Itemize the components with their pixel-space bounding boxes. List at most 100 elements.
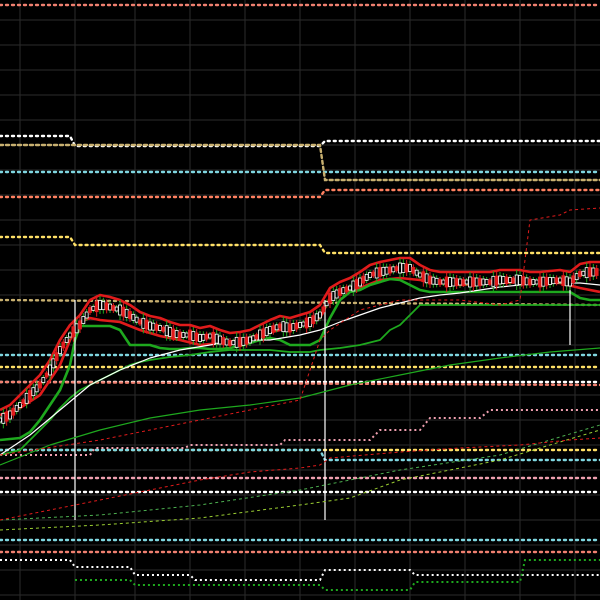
candle-body-105: [348, 285, 352, 291]
candle-body-26: [84, 311, 89, 319]
candle-body-147: [488, 279, 492, 285]
candle-body-123: [408, 264, 412, 272]
candle-body-8: [24, 392, 29, 404]
candle-body-0: [0, 417, 2, 423]
candle-body-149: [494, 275, 499, 286]
candle-body-41: [134, 316, 139, 323]
candle-body-115: [381, 266, 386, 276]
candle-body-54: [178, 331, 182, 339]
candle-body-156: [518, 275, 522, 285]
candle-body-46: [151, 322, 156, 331]
candle-body-126: [418, 272, 422, 278]
candle-body-148: [491, 275, 496, 287]
candle-body-154: [511, 277, 516, 283]
candle-body-74: [244, 336, 249, 345]
candle-body-143: [474, 277, 479, 287]
candle-body-89: [294, 322, 299, 330]
candle-body-166: [551, 277, 556, 285]
candle-body-57: [188, 329, 192, 341]
candle-body-6: [18, 402, 22, 408]
candle-body-9: [28, 390, 32, 400]
candle-body-141: [468, 276, 472, 288]
candle-body-75: [248, 336, 252, 344]
candle-body-129: [428, 275, 432, 285]
candle-body-94: [311, 315, 316, 325]
candle-body-127: [421, 271, 426, 283]
candle-body-134: [444, 276, 449, 288]
candle-body-157: [521, 276, 526, 286]
candle-body-14: [44, 372, 49, 378]
candle-body-108: [358, 277, 362, 287]
candle-body-47: [154, 323, 159, 331]
candle-body-80: [264, 327, 269, 337]
candle-body-35: [114, 306, 119, 312]
candle-body-144: [478, 278, 482, 286]
candle-body-131: [434, 277, 439, 285]
candle-body-95: [314, 313, 319, 322]
candle-body-146: [484, 279, 489, 285]
candle-body-63: [208, 333, 212, 339]
candle-body-93: [308, 317, 312, 327]
candle-body-70: [231, 340, 236, 346]
candle-body-98: [324, 301, 329, 307]
candle-body-104: [344, 286, 349, 293]
candle-body-21: [68, 332, 72, 338]
candle-body-36: [118, 304, 122, 316]
candle-body-37: [121, 306, 126, 317]
candle-body-92: [304, 317, 309, 329]
candle-body-49: [161, 326, 166, 332]
candle-body-1: [1, 412, 6, 424]
candle-body-11: [34, 384, 39, 393]
candle-body-177: [588, 267, 592, 277]
candle-body-145: [481, 278, 486, 286]
candle-body-138: [458, 278, 462, 286]
candle-body-164: [544, 276, 549, 286]
candle-body-48: [158, 325, 162, 331]
candle-body-140: [464, 279, 469, 285]
candle-body-162: [538, 276, 542, 288]
candle-body-40: [131, 313, 136, 321]
candle-body-32: [104, 302, 109, 311]
candle-body-163: [541, 276, 546, 287]
candle-body-51: [168, 327, 172, 337]
candle-body-69: [228, 340, 232, 346]
candle-body-65: [214, 333, 219, 344]
chart-area[interactable]: [0, 0, 600, 600]
candle-body-16: [51, 358, 56, 369]
candle-body-33: [108, 303, 112, 311]
candle-body-55: [181, 332, 186, 338]
candle-body-4: [11, 407, 16, 416]
candle-body-100: [331, 291, 336, 301]
candle-body-56: [184, 332, 189, 338]
candle-body-130: [431, 276, 436, 285]
candle-body-24: [78, 320, 82, 330]
candle-body-155: [514, 274, 519, 286]
candle-body-136: [451, 277, 456, 287]
candle-body-158: [524, 277, 529, 286]
candle-body-44: [144, 319, 149, 330]
candle-body-107: [354, 279, 359, 289]
candle-body-120: [398, 262, 402, 274]
candle-body-110: [364, 273, 369, 281]
candle-body-135: [448, 277, 452, 287]
candle-body-10: [31, 387, 36, 397]
candle-body-114: [378, 267, 382, 277]
candle-body-2: [4, 411, 9, 422]
candle-body-17: [54, 352, 59, 362]
candle-body-73: [241, 336, 246, 346]
candle-body-76: [251, 335, 256, 342]
candle-body-178: [591, 267, 596, 277]
candle-body-167: [554, 277, 559, 284]
candle-body-151: [501, 276, 506, 284]
candle-body-174: [578, 271, 582, 277]
candle-body-90: [298, 322, 302, 328]
candle-body-59: [194, 332, 199, 342]
candle-body-15: [48, 364, 52, 376]
candle-body-38: [124, 308, 129, 318]
candle-body-103: [341, 287, 346, 295]
candle-body-128: [424, 273, 429, 284]
candle-body-112: [371, 271, 376, 277]
candle-body-68: [224, 338, 229, 346]
candle-body-60: [198, 334, 202, 342]
candle-body-117: [388, 266, 392, 274]
